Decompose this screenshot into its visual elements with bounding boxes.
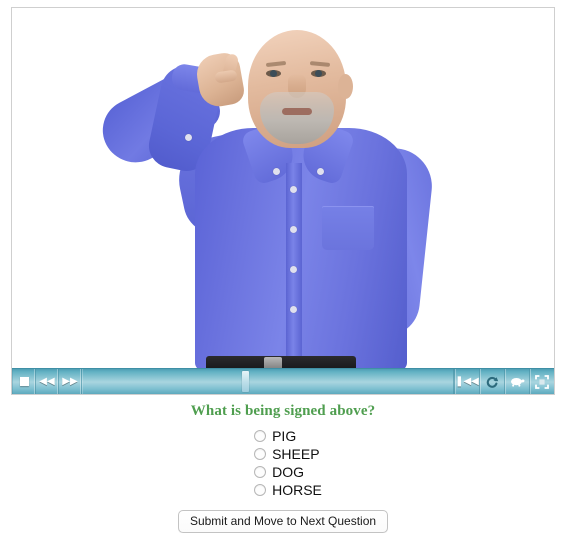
answer-option-row[interactable]: DOG: [254, 463, 322, 481]
answer-radio-horse[interactable]: [254, 484, 267, 496]
shirt-button: [290, 266, 297, 273]
progress-scrubber-track[interactable]: [82, 369, 454, 394]
player-toolbar: ◀◀ ▶▶ ❚◀◀: [12, 368, 554, 394]
collar-button: [317, 168, 324, 175]
answer-option-row[interactable]: PIG: [254, 427, 322, 445]
video-stage[interactable]: [12, 8, 554, 368]
collar-button: [273, 168, 280, 175]
skip-to-start-button[interactable]: ❚◀◀: [454, 369, 479, 394]
stop-button[interactable]: [12, 369, 36, 394]
mouth: [282, 108, 312, 115]
slow-motion-turtle-button[interactable]: [504, 369, 529, 394]
fullscreen-button[interactable]: [529, 369, 554, 394]
ear: [338, 74, 353, 99]
answer-options-list: PIG SHEEP DOG HORSE: [254, 427, 322, 499]
answer-option-row[interactable]: SHEEP: [254, 445, 322, 463]
shirt-button: [290, 306, 297, 313]
rewind-button[interactable]: ◀◀: [36, 369, 59, 394]
submit-and-next-button[interactable]: Submit and Move to Next Question: [177, 510, 389, 533]
progress-scrubber-handle[interactable]: [241, 371, 249, 392]
shirt-button: [290, 186, 297, 193]
eye-right: [311, 70, 326, 77]
answer-radio-dog[interactable]: [254, 466, 267, 478]
rewind-icon: ◀◀: [39, 375, 55, 387]
eye-left: [266, 70, 281, 77]
belt-buckle: [264, 357, 282, 368]
turtle-icon: [511, 378, 525, 387]
shirt-button: [290, 226, 297, 233]
answer-radio-pig[interactable]: [254, 430, 267, 442]
fast-forward-button[interactable]: ▶▶: [59, 369, 82, 394]
answer-label-sheep[interactable]: SHEEP: [272, 445, 319, 463]
signer-figure: [12, 8, 554, 368]
fullscreen-icon: [535, 374, 549, 389]
video-player-panel: ◀◀ ▶▶ ❚◀◀: [11, 7, 555, 395]
cuff-button: [185, 134, 192, 141]
quiz-section: What is being signed above? PIG SHEEP DO…: [0, 403, 566, 533]
answer-radio-sheep[interactable]: [254, 448, 267, 460]
answer-label-horse[interactable]: HORSE: [272, 481, 322, 499]
loop-button[interactable]: [479, 369, 504, 394]
fast-forward-icon: ▶▶: [62, 375, 78, 387]
stop-icon: [19, 377, 29, 386]
shirt-pocket: [322, 206, 374, 250]
answer-option-row[interactable]: HORSE: [254, 481, 322, 499]
skip-to-start-icon: ❚◀◀: [455, 375, 479, 387]
loop-icon: [486, 376, 499, 388]
answer-label-pig[interactable]: PIG: [272, 427, 296, 445]
submit-row: Submit and Move to Next Question: [0, 510, 566, 533]
answer-label-dog[interactable]: DOG: [272, 463, 304, 481]
question-prompt: What is being signed above?: [190, 403, 376, 419]
